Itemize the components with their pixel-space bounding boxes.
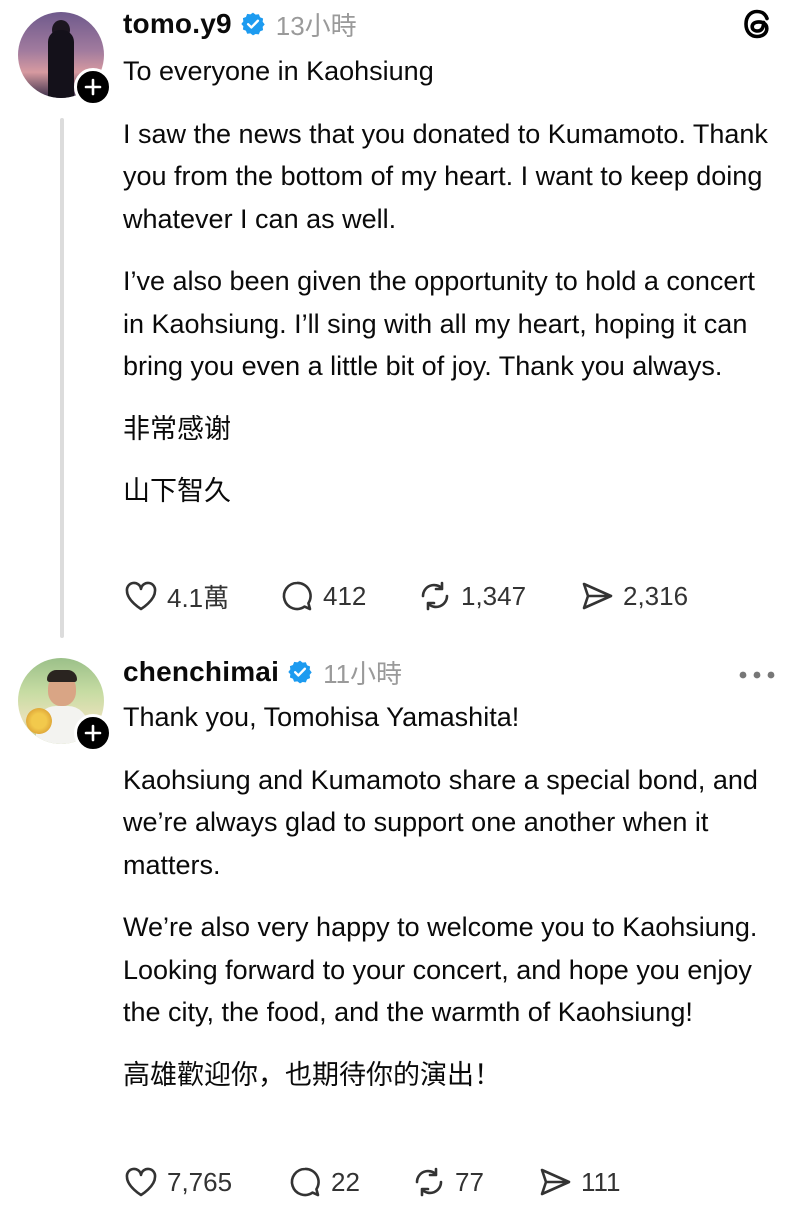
repost-count: 1,347 (461, 580, 527, 611)
avatar-figure-hair (47, 670, 77, 682)
post-body: Thank you, Tomohisa Yamashita! Kaohsiung… (123, 696, 783, 1116)
post-chenchimai: chenchimai 11小時 Thank you, Tomohisa Yama… (0, 648, 800, 1224)
verified-badge-icon (288, 660, 312, 684)
plus-icon (84, 724, 102, 742)
post-body: To everyone in Kaohsiung I saw the news … (123, 50, 783, 533)
timestamp: 11小時 (323, 658, 403, 689)
thread-connector-line (60, 118, 64, 638)
post-paragraph: 非常感谢 (123, 413, 231, 444)
username[interactable]: tomo.y9 (123, 8, 232, 40)
avatar-flowers (26, 708, 52, 734)
post-header: chenchimai 11小時 (123, 652, 402, 692)
threads-logo-icon[interactable] (738, 4, 778, 44)
avatar-wrapper[interactable] (18, 658, 112, 752)
post-tomo-y9: tomo.y9 13小時 To everyone in Kaohsiung I … (0, 0, 800, 640)
repost-icon (421, 581, 449, 611)
post-paragraph: I saw the news that you donated to Kumam… (123, 118, 776, 234)
heart-icon (125, 1167, 157, 1197)
heart-icon (125, 581, 157, 611)
verified-badge-icon (241, 12, 265, 36)
action-bar: 7,765 22 77 111 (123, 1162, 621, 1202)
send-icon (540, 1168, 571, 1196)
post-paragraph: We’re also very happy to welcome you to … (123, 912, 765, 1027)
more-options-icon[interactable] (738, 670, 776, 680)
post-paragraph: I’ve also been given the opportunity to … (123, 266, 763, 381)
avatar-figure-body (48, 30, 74, 98)
repost-icon (415, 1167, 443, 1197)
follow-plus-button[interactable] (74, 714, 112, 752)
repost-button[interactable]: 1,347 (417, 578, 579, 614)
like-count: 7,765 (167, 1166, 233, 1197)
like-count: 4.1萬 (167, 582, 230, 613)
like-button[interactable]: 4.1萬 (123, 578, 279, 615)
avatar-wrapper[interactable] (18, 12, 112, 106)
timestamp: 13小時 (275, 10, 357, 41)
repost-count: 77 (455, 1166, 484, 1197)
reply-button[interactable]: 22 (287, 1164, 411, 1200)
username[interactable]: chenchimai (123, 656, 279, 688)
post-paragraph: 山下智久 (123, 476, 231, 506)
comment-icon (290, 1167, 320, 1197)
share-button[interactable]: 2,316 (579, 578, 688, 614)
reply-count: 412 (323, 580, 367, 611)
share-count: 2,316 (623, 580, 689, 611)
comment-icon (282, 581, 312, 611)
plus-icon (84, 78, 102, 96)
share-button[interactable]: 111 (537, 1164, 621, 1200)
like-button[interactable]: 7,765 (123, 1164, 287, 1200)
post-paragraph: To everyone in Kaohsiung (123, 56, 434, 86)
action-bar: 4.1萬 412 1,347 2,316 (123, 576, 688, 616)
follow-plus-button[interactable] (74, 68, 112, 106)
reply-button[interactable]: 412 (279, 578, 417, 614)
post-paragraph: Thank you, Tomohisa Yamashita! (123, 702, 520, 732)
repost-button[interactable]: 77 (411, 1164, 537, 1200)
share-count: 111 (581, 1166, 621, 1197)
post-header: tomo.y9 13小時 (123, 4, 357, 44)
post-paragraph: 高雄歡迎你，也期待你的演出！ (123, 1059, 501, 1090)
reply-count: 22 (331, 1166, 360, 1197)
send-icon (582, 582, 613, 610)
post-paragraph: Kaohsiung and Kumamoto share a special b… (123, 764, 766, 880)
